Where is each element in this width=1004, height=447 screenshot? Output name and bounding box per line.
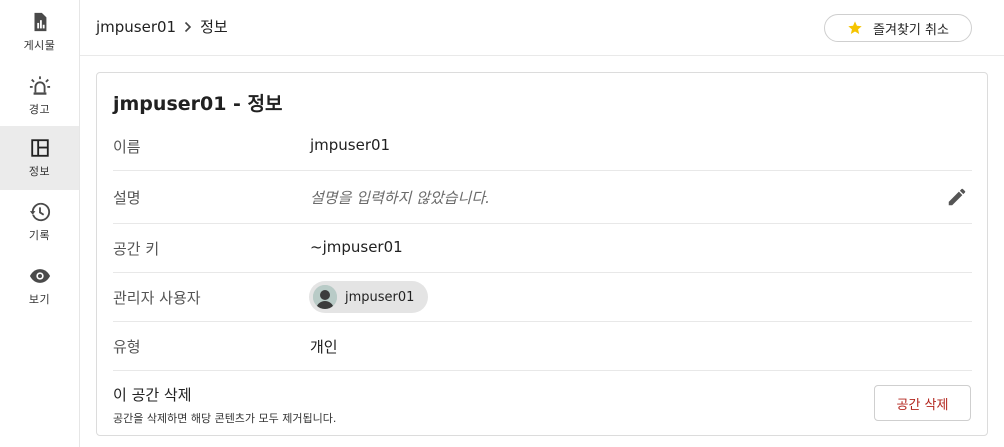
sidebar-item-label: 기록 — [28, 229, 51, 242]
sidebar-item-label: 정보 — [28, 165, 51, 178]
sidebar-item-label: 보기 — [28, 293, 51, 306]
alarm-light-icon — [29, 76, 50, 95]
info-row-space-key: 공간 키 ~jmpuser01 — [113, 224, 972, 273]
row-label: 유형 — [113, 338, 141, 356]
chart-document-icon — [34, 12, 46, 32]
pencil-icon[interactable] — [946, 186, 968, 208]
card-title: jmpuser01 - 정보 — [113, 93, 283, 115]
space-info-card: jmpuser01 - 정보 이름 jmpuser01 설명 설명을 입력하지 … — [96, 72, 988, 436]
row-value: ~jmpuser01 — [310, 238, 403, 256]
row-label: 설명 — [113, 189, 141, 207]
breadcrumb-space-link[interactable]: jmpuser01 — [96, 18, 176, 36]
unfavorite-button-label: 즐겨찾기 취소 — [873, 22, 949, 38]
info-row-description: 설명 설명을 입력하지 않았습니다. — [113, 171, 972, 224]
sidebar-item-posts[interactable]: 게시물 — [0, 0, 79, 64]
layout-panel-icon — [30, 139, 49, 157]
page-header: jmpuser01 정보 즐겨찾기 취소 — [80, 0, 1004, 56]
unfavorite-button[interactable]: 즐겨찾기 취소 — [824, 14, 972, 42]
history-icon — [29, 202, 50, 222]
info-row-type: 유형 개인 — [113, 322, 972, 371]
delete-space-title: 이 공간 삭제 — [113, 386, 192, 404]
row-label: 이름 — [113, 138, 141, 156]
delete-space-button[interactable]: 공간 삭제 — [874, 385, 971, 421]
admin-user-name: jmpuser01 — [345, 289, 415, 305]
breadcrumb-current: 정보 — [200, 18, 228, 36]
info-row-name: 이름 jmpuser01 — [113, 122, 972, 171]
sidebar-item-alerts[interactable]: 경고 — [0, 64, 79, 128]
avatar — [313, 285, 337, 309]
row-value: 개인 — [310, 338, 338, 356]
sidebar-item-view[interactable]: 보기 — [0, 254, 79, 318]
row-label: 관리자 사용자 — [113, 289, 201, 307]
delete-space-description: 공간을 삭제하면 해당 콘텐츠가 모두 제거됩니다. — [113, 412, 337, 425]
chevron-right-icon — [185, 21, 192, 32]
star-icon — [848, 21, 862, 34]
row-value: jmpuser01 — [310, 136, 391, 154]
breadcrumb: jmpuser01 정보 — [96, 16, 228, 37]
eye-icon — [29, 269, 50, 283]
user-avatar-icon — [313, 285, 337, 309]
sidebar-item-info[interactable]: 정보 — [0, 126, 79, 190]
description-placeholder: 설명을 입력하지 않았습니다. — [310, 189, 490, 207]
info-row-admin: 관리자 사용자 jmpuser01 — [113, 273, 972, 322]
row-label: 공간 키 — [113, 240, 160, 258]
sidebar-item-label: 경고 — [28, 103, 51, 116]
sidebar-item-label: 게시물 — [23, 39, 56, 52]
sidebar-item-history[interactable]: 기록 — [0, 190, 79, 254]
admin-user-chip[interactable]: jmpuser01 — [309, 281, 429, 313]
sidebar: 게시물 경고 정보 기록 보기 — [0, 0, 80, 447]
